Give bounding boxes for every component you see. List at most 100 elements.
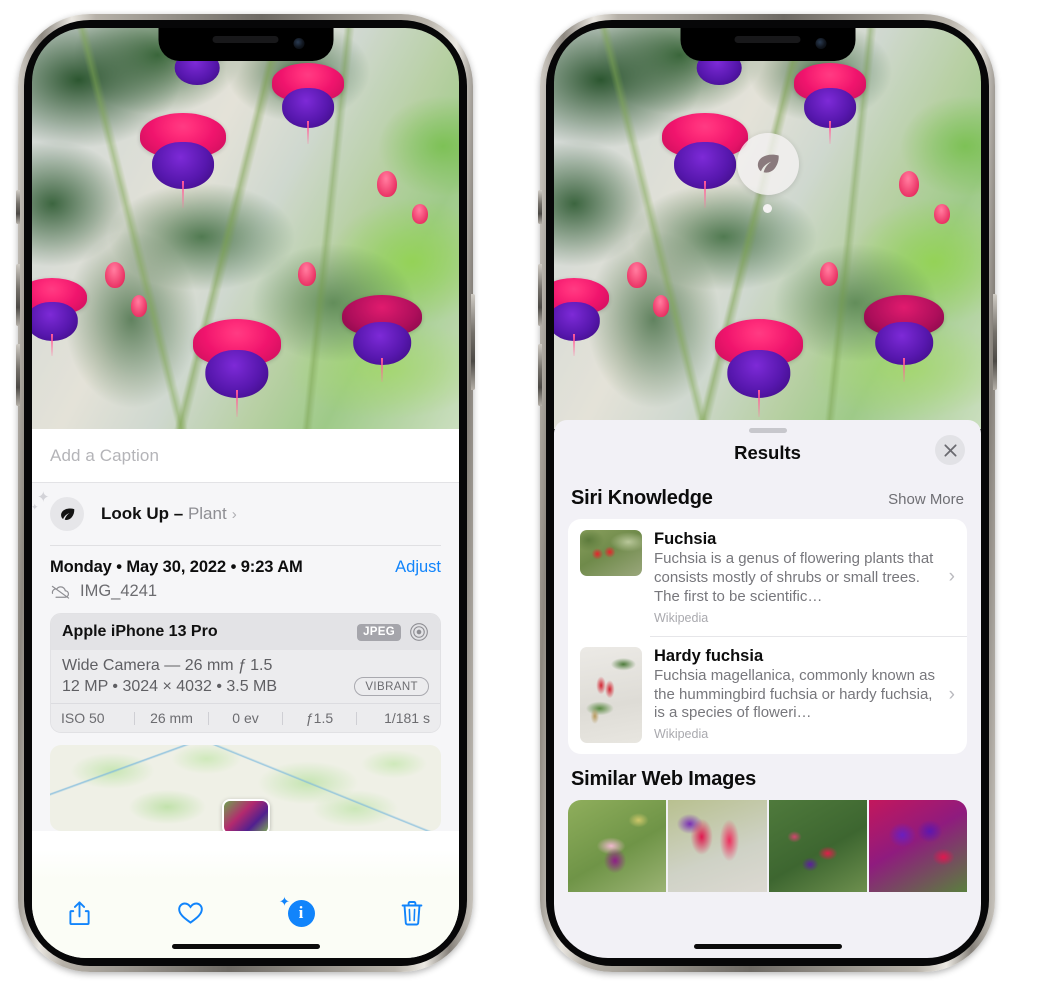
volume-down-button[interactable] (16, 344, 20, 406)
exif-aperture: ƒ1.5 (305, 710, 334, 726)
look-up-label: Look Up – Plant › (101, 504, 237, 524)
volume-up-button[interactable] (16, 264, 20, 326)
close-icon (943, 443, 957, 457)
earpiece-speaker (734, 36, 801, 43)
similar-web-images-header: Similar Web Images (554, 754, 981, 800)
chevron-right-icon: › (948, 566, 955, 588)
info-button[interactable]: ✦ i (279, 894, 318, 930)
left-screen: Add a Caption ✦ ✦ Look Up – Plant › Mond… (32, 28, 459, 958)
exif-iso: ISO 50 (61, 710, 105, 726)
photo-viewer[interactable] (554, 28, 981, 429)
share-button[interactable] (62, 896, 96, 930)
close-button[interactable] (935, 435, 965, 465)
metadata-header: Apple iPhone 13 Pro JPEG (51, 614, 440, 650)
adjust-button[interactable]: Adjust (395, 558, 441, 577)
marker-dot (763, 204, 772, 213)
date-row: Monday • May 30, 2022 • 9:23 AM Adjust (50, 546, 441, 577)
caption-placeholder: Add a Caption (50, 445, 160, 465)
right-screen: Results Siri Knowledge Show More Fuchsia… (554, 28, 981, 958)
page-title: Results (734, 442, 801, 463)
web-image-1[interactable] (568, 799, 667, 892)
look-up-text: Look Up (101, 504, 169, 523)
result-title: Hardy fuchsia (654, 646, 764, 665)
heart-icon (177, 902, 203, 924)
mute-switch[interactable] (16, 190, 20, 224)
results-header: Results (554, 433, 981, 473)
favorite-button[interactable] (173, 896, 207, 930)
home-indicator[interactable] (693, 944, 842, 949)
front-camera-icon (815, 38, 826, 49)
section-title: Siri Knowledge (571, 487, 713, 509)
result-description: Fuchsia is a genus of flowering plants t… (654, 550, 934, 605)
notch (680, 28, 855, 61)
earpiece-speaker (212, 36, 279, 43)
siri-knowledge-card: Fuchsia Fuchsia is a genus of flowering … (568, 519, 967, 754)
left-phone: Add a Caption ✦ ✦ Look Up – Plant › Mond… (16, 14, 475, 972)
result-title: Fuchsia (654, 530, 717, 548)
look-up-dash: – (173, 504, 184, 523)
right-phone: Results Siri Knowledge Show More Fuchsia… (538, 14, 997, 972)
power-button[interactable] (993, 294, 997, 390)
photo-filename: IMG_4241 (80, 582, 158, 600)
siri-knowledge-header: Siri Knowledge Show More (554, 473, 981, 519)
power-button[interactable] (471, 294, 475, 390)
result-source: Wikipedia (654, 727, 709, 742)
result-description: Fuchsia magellanica, commonly known as t… (654, 666, 935, 722)
screenshot-stage: Add a Caption ✦ ✦ Look Up – Plant › Mond… (0, 0, 1055, 985)
sparkle-small-icon: ✦ (32, 502, 39, 512)
fuchsia-photo (554, 28, 981, 429)
similar-web-images-strip[interactable] (568, 799, 967, 892)
web-image-3[interactable] (768, 799, 867, 892)
results-sheet: Results Siri Knowledge Show More Fuchsia… (554, 420, 981, 958)
scroll-fade (32, 850, 459, 884)
leaf-icon (736, 133, 799, 195)
fuchsia-photo (32, 28, 459, 429)
filename-row: IMG_4241 (50, 577, 441, 613)
photo-info-sheet: Add a Caption ✦ ✦ Look Up – Plant › Mond… (32, 429, 459, 958)
exif-focal: 26 mm (150, 710, 193, 726)
metadata-card[interactable]: Apple iPhone 13 Pro JPEG Wide Camera — 2… (50, 613, 441, 733)
camera-device: Apple iPhone 13 Pro (62, 623, 218, 640)
front-camera-icon (293, 38, 304, 49)
exif-row: ISO 50 26 mm 0 ev ƒ1.5 1/181 s (51, 703, 440, 732)
delete-button[interactable] (395, 896, 429, 930)
trash-icon (401, 901, 423, 926)
resolution-info: 12 MP • 3024 × 4032 • 3.5 MB (62, 677, 278, 695)
leaf-icon: ✦ ✦ (32, 490, 84, 531)
hardy-fuchsia-thumbnail (580, 646, 642, 743)
format-badge: JPEG (357, 623, 401, 641)
volume-up-button[interactable] (538, 264, 542, 326)
info-sparkle-icon: i (287, 899, 315, 927)
lookup-block: ✦ ✦ Look Up – Plant › Monday • May 30, 2… (32, 483, 459, 831)
notch (158, 28, 333, 61)
look-up-row[interactable]: ✦ ✦ Look Up – Plant › (32, 483, 441, 545)
show-more-button[interactable]: Show More (888, 491, 964, 508)
caption-field[interactable]: Add a Caption (32, 429, 459, 483)
mute-switch[interactable] (538, 190, 542, 224)
list-item[interactable]: Fuchsia Fuchsia is a genus of flowering … (568, 519, 967, 636)
web-image-2[interactable] (668, 799, 767, 892)
share-icon (68, 900, 90, 925)
web-image-4[interactable] (868, 799, 967, 892)
sparkle-icon: ✦ (37, 489, 50, 506)
section-title: Similar Web Images (571, 767, 756, 790)
visual-lookup-marker[interactable] (736, 133, 799, 213)
photo-viewer[interactable] (32, 28, 459, 429)
photo-datetime: Monday • May 30, 2022 • 9:23 AM (50, 558, 303, 576)
cloud-slash-icon (51, 585, 70, 599)
list-item[interactable]: Hardy fuchsia Fuchsia magellanica, commo… (568, 635, 967, 754)
map-photo-pin (221, 799, 270, 831)
chevron-right-icon: › (948, 683, 955, 705)
home-indicator[interactable] (171, 944, 320, 949)
metadata-body: Wide Camera — 26 mm ƒ 1.5 12 MP • 3024 ×… (51, 650, 440, 703)
photographic-style-badge: VIBRANT (354, 677, 429, 696)
result-source: Wikipedia (654, 610, 709, 625)
exif-shutter: 1/181 s (384, 710, 430, 726)
location-map[interactable] (50, 745, 441, 831)
volume-down-button[interactable] (538, 344, 542, 406)
exif-exposure: 0 ev (232, 710, 259, 726)
chevron-right-icon: › (231, 506, 237, 523)
red-fuchsia-thumbnail (580, 530, 642, 576)
sparkle-icon: ✦ (279, 894, 290, 909)
lens-info: Wide Camera — 26 mm ƒ 1.5 (62, 657, 273, 674)
